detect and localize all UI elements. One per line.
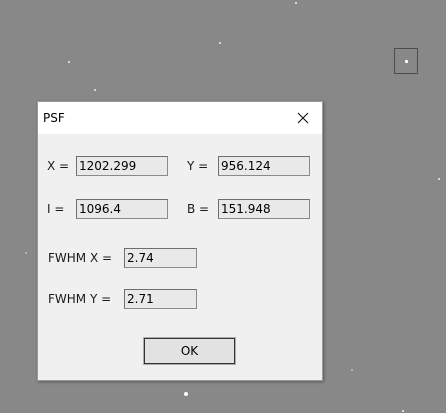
y-value-field[interactable]: 956.124 [218, 156, 310, 176]
star [351, 369, 353, 371]
dialog-title: PSF [43, 111, 65, 125]
psf-dialog: PSF X = 1202.299 Y = 956.124 I = 1096.4 … [37, 101, 323, 381]
x-value-field[interactable]: 1202.299 [76, 156, 168, 176]
b-label: B = [187, 202, 210, 216]
fwhm-x-label: FWHM X = [48, 251, 113, 265]
star [25, 252, 27, 254]
x-label: X = [47, 159, 70, 173]
star [219, 42, 221, 44]
i-label: I = [47, 202, 65, 216]
selection-marker [394, 48, 418, 74]
star [295, 2, 297, 4]
fwhm-y-label: FWHM Y = [48, 292, 112, 306]
selected-star [405, 60, 408, 63]
fwhm-x-value-field[interactable]: 2.74 [124, 248, 197, 268]
b-value-field[interactable]: 151.948 [218, 199, 310, 219]
star [402, 410, 404, 412]
close-icon [297, 112, 309, 124]
star [184, 392, 188, 396]
y-label: Y = [187, 159, 209, 173]
star [94, 89, 96, 91]
title-bar[interactable]: PSF [38, 102, 322, 134]
fwhm-y-value-field[interactable]: 2.71 [124, 289, 197, 309]
close-button[interactable] [290, 106, 316, 130]
ok-button[interactable]: OK [143, 337, 236, 365]
star [438, 178, 440, 180]
i-value-field[interactable]: 1096.4 [76, 199, 168, 219]
star [68, 61, 70, 63]
